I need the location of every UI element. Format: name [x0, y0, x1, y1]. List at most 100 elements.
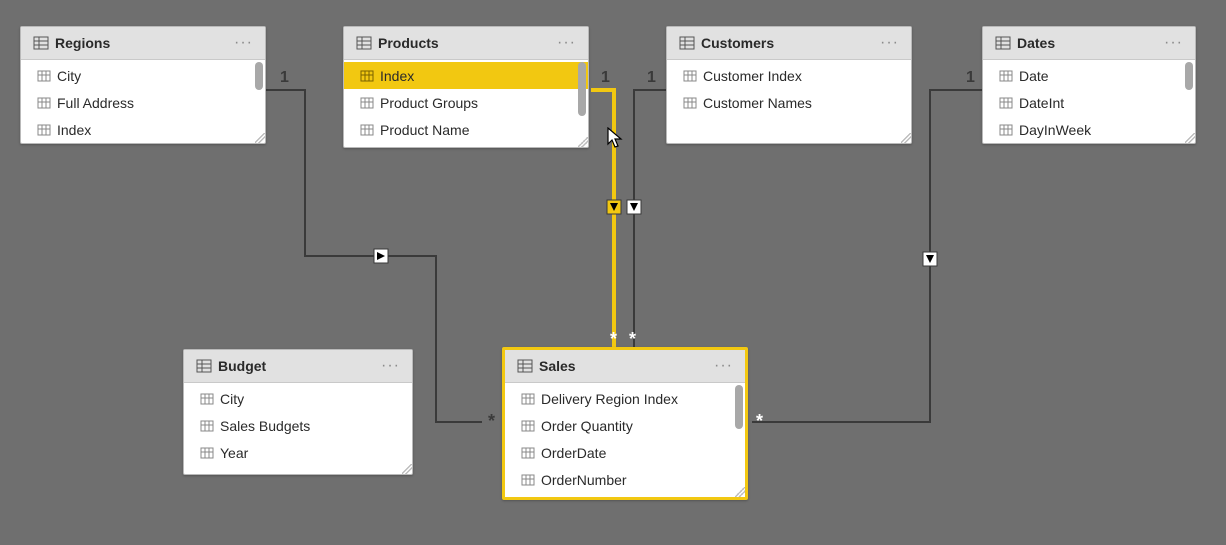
column-icon: [37, 123, 51, 137]
column-icon: [37, 69, 51, 83]
field-name: DateInt: [1019, 95, 1064, 111]
field-row[interactable]: Delivery Region Index: [505, 385, 745, 412]
column-icon: [200, 392, 214, 406]
cardinality-many: *: [756, 411, 763, 431]
fields-list[interactable]: Delivery Region Index Order Quantity Ord…: [505, 383, 745, 497]
column-icon: [521, 419, 535, 433]
field-name: Product Groups: [380, 95, 478, 111]
more-options-icon[interactable]: ···: [555, 38, 578, 48]
table-header[interactable]: Budget ···: [184, 350, 412, 383]
column-icon: [200, 419, 214, 433]
table-icon: [517, 358, 533, 374]
table-card-dates[interactable]: Dates ··· Date DateInt DayInWeek: [982, 26, 1196, 144]
column-icon: [521, 392, 535, 406]
table-card-products[interactable]: Products ··· Index Product Groups Produc…: [343, 26, 589, 148]
scrollbar[interactable]: [1185, 62, 1193, 140]
resize-handle[interactable]: [578, 137, 588, 147]
field-row[interactable]: City: [21, 62, 265, 89]
table-title: Dates: [1017, 35, 1156, 51]
more-options-icon[interactable]: ···: [232, 38, 255, 48]
table-card-sales[interactable]: Sales ··· Delivery Region Index Order Qu…: [502, 347, 748, 500]
cardinality-one: 1: [966, 69, 975, 86]
fields-list[interactable]: Customer Index Customer Names: [667, 60, 911, 142]
field-name: Year: [220, 445, 248, 461]
field-row[interactable]: Index: [21, 116, 265, 142]
field-name: Index: [380, 68, 414, 84]
resize-handle[interactable]: [901, 133, 911, 143]
cardinality-many: *: [629, 329, 636, 349]
more-options-icon[interactable]: ···: [712, 361, 735, 371]
column-icon: [999, 69, 1013, 83]
table-title: Products: [378, 35, 549, 51]
field-row[interactable]: Product Groups: [344, 89, 588, 116]
column-icon: [360, 123, 374, 137]
cardinality-one: 1: [647, 69, 656, 86]
table-title: Budget: [218, 358, 373, 374]
cardinality-many: *: [488, 411, 495, 431]
table-title: Regions: [55, 35, 226, 51]
field-row[interactable]: Order Quantity: [505, 412, 745, 439]
fields-list[interactable]: Date DateInt DayInWeek: [983, 60, 1195, 142]
resize-handle[interactable]: [735, 487, 745, 497]
cardinality-many: *: [610, 329, 617, 349]
scrollbar[interactable]: [735, 385, 743, 495]
mouse-cursor-icon: [607, 127, 625, 154]
scrollbar[interactable]: [255, 62, 263, 140]
table-icon: [196, 358, 212, 374]
model-canvas[interactable]: 1 * 1 * 1 * 1 * Regions ··· City Full Ad…: [0, 0, 1226, 545]
field-name: City: [220, 391, 244, 407]
field-name: City: [57, 68, 81, 84]
cardinality-one: 1: [280, 69, 289, 86]
field-name: Sales Budgets: [220, 418, 310, 434]
resize-handle[interactable]: [1185, 133, 1195, 143]
column-icon: [360, 96, 374, 110]
more-options-icon[interactable]: ···: [1162, 38, 1185, 48]
table-header[interactable]: Customers ···: [667, 27, 911, 60]
field-name: Product Name: [380, 122, 469, 138]
field-row[interactable]: DateInt: [983, 89, 1195, 116]
field-row[interactable]: Sales Budgets: [184, 412, 412, 439]
table-icon: [995, 35, 1011, 51]
table-card-budget[interactable]: Budget ··· City Sales Budgets Year: [183, 349, 413, 475]
column-icon: [200, 446, 214, 460]
field-row[interactable]: City: [184, 385, 412, 412]
field-row[interactable]: Index: [344, 62, 588, 89]
table-header[interactable]: Regions ···: [21, 27, 265, 60]
field-row[interactable]: Customer Index: [667, 62, 911, 89]
field-row[interactable]: Full Address: [21, 89, 265, 116]
table-header[interactable]: Products ···: [344, 27, 588, 60]
field-row[interactable]: Date: [983, 62, 1195, 89]
fields-list[interactable]: City Sales Budgets Year: [184, 383, 412, 473]
field-row[interactable]: Product Name: [344, 116, 588, 143]
scrollbar[interactable]: [578, 62, 586, 144]
field-row[interactable]: Year: [184, 439, 412, 466]
table-icon: [356, 35, 372, 51]
more-options-icon[interactable]: ···: [878, 38, 901, 48]
resize-handle[interactable]: [255, 133, 265, 143]
field-name: Index: [57, 122, 91, 138]
column-icon: [999, 123, 1013, 137]
field-name: Delivery Region Index: [541, 391, 678, 407]
column-icon: [999, 96, 1013, 110]
field-name: Order Quantity: [541, 418, 633, 434]
field-name: Customer Index: [703, 68, 802, 84]
fields-list[interactable]: Index Product Groups Product Name: [344, 60, 588, 146]
column-icon: [521, 446, 535, 460]
column-icon: [521, 473, 535, 487]
table-header[interactable]: Dates ···: [983, 27, 1195, 60]
table-title: Sales: [539, 358, 706, 374]
table-header[interactable]: Sales ···: [505, 350, 745, 383]
field-name: DayInWeek: [1019, 122, 1091, 138]
cardinality-one: 1: [601, 69, 610, 86]
field-row[interactable]: OrderDate: [505, 439, 745, 466]
table-card-regions[interactable]: Regions ··· City Full Address Index: [20, 26, 266, 144]
more-options-icon[interactable]: ···: [379, 361, 402, 371]
field-name: Customer Names: [703, 95, 812, 111]
column-icon: [37, 96, 51, 110]
field-row[interactable]: OrderNumber: [505, 466, 745, 493]
fields-list[interactable]: City Full Address Index: [21, 60, 265, 142]
table-card-customers[interactable]: Customers ··· Customer Index Customer Na…: [666, 26, 912, 144]
field-row[interactable]: Customer Names: [667, 89, 911, 116]
field-row[interactable]: DayInWeek: [983, 116, 1195, 142]
resize-handle[interactable]: [402, 464, 412, 474]
